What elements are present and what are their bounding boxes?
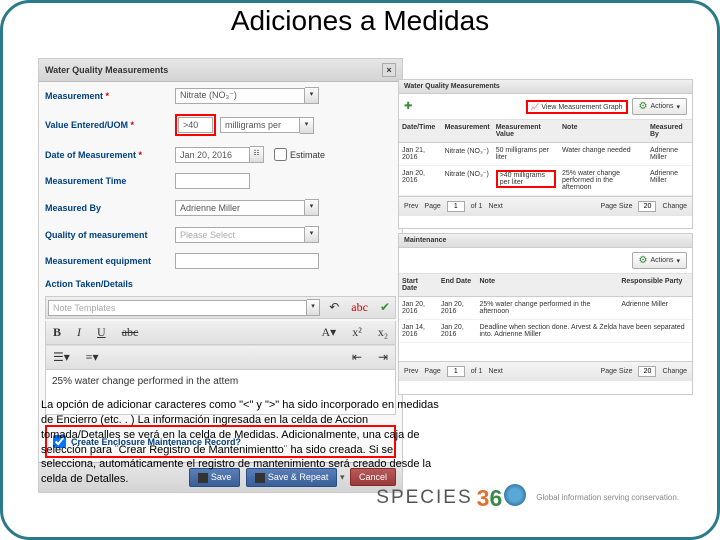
action-label: Action Taken/Details <box>45 279 175 289</box>
value-label: Value Entered/UOM * <box>45 120 175 130</box>
change-button[interactable]: Change <box>662 203 687 210</box>
font-color-icon[interactable]: A▾ <box>319 325 340 340</box>
caption-text: La opción de adicionar caracteres como "… <box>41 398 441 487</box>
equipment-input[interactable] <box>175 253 319 269</box>
table-row[interactable]: Jan 20, 2016 Nitrate (NO₃⁻) >40 milligra… <box>399 166 692 196</box>
page-input[interactable] <box>447 201 465 212</box>
gear-icon: ⚙ <box>639 101 648 112</box>
brand-name: SPECIES <box>376 487 472 509</box>
page-input[interactable] <box>447 366 465 377</box>
chevron-down-icon[interactable]: ▾ <box>305 226 319 243</box>
actions-button[interactable]: ⚙Actions▾ <box>632 98 687 115</box>
undo-icon[interactable]: ↶ <box>326 300 342 315</box>
table-row[interactable]: Jan 20, 2016 Jan 20, 2016 25% water chan… <box>399 297 692 320</box>
uom-select[interactable] <box>220 117 300 133</box>
equipment-label: Measurement equipment <box>45 256 175 266</box>
chevron-down-icon[interactable]: ▾ <box>307 299 320 316</box>
tagline: Global information serving conservation. <box>536 493 679 503</box>
next-button[interactable]: Next <box>488 203 502 210</box>
table-row[interactable]: Jan 14, 2016 Jan 20, 2016 Deadline when … <box>399 320 692 343</box>
by-label: Measured By <box>45 203 175 213</box>
chevron-down-icon[interactable]: ▾ <box>305 87 319 104</box>
prev-button[interactable]: Prev <box>404 368 418 375</box>
table-row[interactable]: Jan 21, 2016 Nitrate (NO₃⁻) 50 milligram… <box>399 143 692 166</box>
table-header: Start Date End Date Note Responsible Par… <box>399 274 692 297</box>
panel-title: Water Quality Measurements <box>404 83 500 90</box>
by-input[interactable] <box>175 200 305 216</box>
logo-area: SPECIES 36 Global information serving co… <box>376 484 679 512</box>
time-input[interactable] <box>175 173 250 189</box>
measurements-panel: Water Quality Measurements ✚ 📈 View Meas… <box>398 79 693 229</box>
measurement-select[interactable] <box>175 88 305 104</box>
chevron-down-icon[interactable]: ▾ <box>300 117 314 134</box>
template-select[interactable] <box>48 300 307 316</box>
estimate-checkbox[interactable] <box>274 148 287 161</box>
pager: Prev Page of 1 Next Page Size Change <box>399 196 692 216</box>
check-icon[interactable]: ✔ <box>377 300 393 315</box>
indent-icon[interactable]: ⇥ <box>375 350 391 365</box>
logo-360-icon: 36 <box>477 484 527 512</box>
maintenance-panel: Maintenance ⚙Actions▾ Start Date End Dat… <box>398 233 693 395</box>
panel-title: Maintenance <box>404 237 446 244</box>
date-input[interactable] <box>175 147 250 163</box>
quality-select[interactable] <box>175 227 305 243</box>
spell-icon[interactable]: abc <box>348 300 371 315</box>
quality-label: Quality of measurement <box>45 230 175 240</box>
change-button[interactable]: Change <box>662 368 687 375</box>
measurements-table: Date/Time Measurement Measurement Value … <box>399 120 692 196</box>
pagesize-input[interactable] <box>638 366 656 377</box>
sup-icon[interactable]: x² <box>349 325 365 340</box>
panel-header: Water Quality Measurements × <box>39 59 402 82</box>
maintenance-table: Start Date End Date Note Responsible Par… <box>399 274 692 343</box>
value-input[interactable] <box>178 117 213 133</box>
table-header: Date/Time Measurement Measurement Value … <box>399 120 692 143</box>
editor-toolbar: ▾ ↶ abc ✔ <box>45 296 396 319</box>
date-label: Date of Measurement * <box>45 150 175 160</box>
chevron-down-icon[interactable]: ▾ <box>305 199 319 216</box>
strike-button[interactable]: abc <box>119 325 142 340</box>
editor-toolbar-2: B I U abc A▾ x² x₂ <box>45 321 396 345</box>
underline-button[interactable]: U <box>94 325 109 340</box>
estimate-label: Estimate <box>290 150 325 160</box>
panel-title: Water Quality Measurements <box>45 65 168 75</box>
actions-button[interactable]: ⚙Actions▾ <box>632 252 687 269</box>
next-button[interactable]: Next <box>488 368 502 375</box>
prev-button[interactable]: Prev <box>404 203 418 210</box>
bold-button[interactable]: B <box>50 325 64 340</box>
ol-icon[interactable]: ≡▾ <box>83 350 102 365</box>
editor-toolbar-3: ☰▾ ≡▾ ⇤ ⇥ <box>45 345 396 370</box>
gear-icon: ⚙ <box>639 255 648 266</box>
pagesize-input[interactable] <box>638 201 656 212</box>
slide-title: Adiciones a Medidas <box>3 5 717 37</box>
expand-icon[interactable]: ✚ <box>404 101 412 112</box>
graph-link[interactable]: 📈 View Measurement Graph <box>526 100 628 114</box>
close-icon[interactable]: × <box>382 63 396 77</box>
measurement-label: Measurement * <box>45 91 175 101</box>
ul-icon[interactable]: ☰▾ <box>50 350 73 365</box>
time-label: Measurement Time <box>45 176 175 186</box>
sub-icon[interactable]: x₂ <box>375 325 391 340</box>
pager: Prev Page of 1 Next Page Size Change <box>399 361 692 381</box>
calendar-icon[interactable]: ☷ <box>250 146 264 163</box>
italic-button[interactable]: I <box>74 325 84 340</box>
outdent-icon[interactable]: ⇤ <box>349 350 365 365</box>
